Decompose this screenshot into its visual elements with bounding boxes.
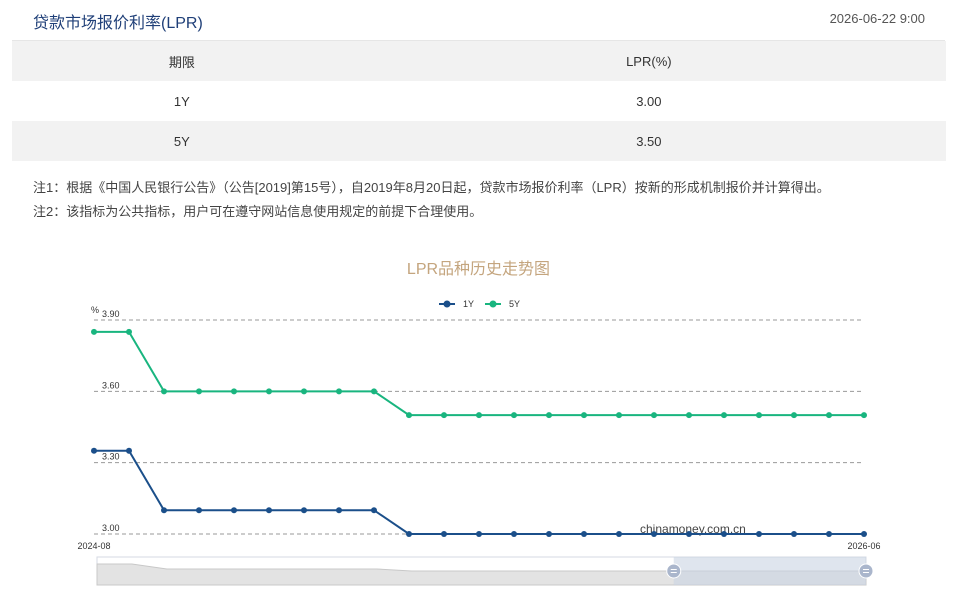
zoom-handle-right[interactable] <box>858 563 874 579</box>
data-point-5y[interactable] <box>406 412 412 419</box>
data-point-1y[interactable] <box>266 507 272 514</box>
legend-label-1y: 1Y <box>463 299 474 309</box>
data-point-5y[interactable] <box>721 412 727 419</box>
zoom-handle-left[interactable] <box>666 563 682 579</box>
data-point-1y[interactable] <box>651 531 657 537</box>
data-point-1y[interactable] <box>546 531 552 537</box>
legend-marker-5y <box>489 300 497 308</box>
data-point-5y[interactable] <box>756 412 762 419</box>
data-point-5y[interactable] <box>826 412 832 419</box>
data-point-1y[interactable] <box>861 531 867 537</box>
legend: 1Y 5Y <box>439 299 520 309</box>
data-point-5y[interactable] <box>371 388 377 395</box>
data-point-1y[interactable] <box>91 447 97 454</box>
y-tick-label: 3.30 <box>102 452 120 462</box>
data-point-1y[interactable] <box>721 531 727 537</box>
data-point-1y[interactable] <box>126 447 132 454</box>
data-point-1y[interactable] <box>476 531 482 537</box>
y-tick-label: 3.90 <box>102 309 120 319</box>
data-point-5y[interactable] <box>266 388 272 395</box>
data-point-5y[interactable] <box>616 412 622 419</box>
data-point-1y[interactable] <box>686 531 692 537</box>
series-line-5y <box>94 330 864 417</box>
data-point-5y[interactable] <box>126 328 132 335</box>
data-point-1y[interactable] <box>581 531 587 537</box>
data-point-1y[interactable] <box>441 531 447 537</box>
data-point-5y[interactable] <box>476 412 482 419</box>
legend-item-5y[interactable]: 5Y <box>485 299 520 309</box>
y-tick-label: 3.00 <box>102 523 120 533</box>
data-point-1y[interactable] <box>336 507 342 514</box>
zoom-handle-knob[interactable] <box>858 563 874 579</box>
data-point-5y[interactable] <box>336 388 342 395</box>
data-point-5y[interactable] <box>651 412 657 419</box>
data-point-1y[interactable] <box>371 507 377 514</box>
data-zoom-slider[interactable] <box>96 556 874 586</box>
data-point-5y[interactable] <box>301 388 307 395</box>
zoom-handle-knob[interactable] <box>666 563 682 579</box>
data-point-1y[interactable] <box>616 531 622 537</box>
zoom-window[interactable] <box>673 557 866 585</box>
x-tick-label-end: 2026-06 <box>847 541 880 551</box>
data-point-1y[interactable] <box>826 531 832 537</box>
series-line-1y <box>94 449 864 535</box>
data-point-5y[interactable] <box>441 412 447 419</box>
data-point-1y[interactable] <box>406 531 412 537</box>
data-point-5y[interactable] <box>581 412 587 419</box>
legend-label-5y: 5Y <box>509 299 520 309</box>
y-tick-label: 3.60 <box>102 380 120 390</box>
data-point-5y[interactable] <box>231 388 237 395</box>
data-point-5y[interactable] <box>546 412 552 419</box>
data-point-5y[interactable] <box>861 412 867 419</box>
data-point-1y[interactable] <box>791 531 797 537</box>
data-point-5y[interactable] <box>91 328 97 335</box>
x-tick-label-start: 2024-08 <box>77 541 110 551</box>
data-point-5y[interactable] <box>791 412 797 419</box>
data-point-5y[interactable] <box>161 388 167 395</box>
data-point-1y[interactable] <box>161 507 167 514</box>
data-point-5y[interactable] <box>511 412 517 419</box>
lpr-panel: 贷款市场报价利率(LPR) 2026-06-22 9:00 期限 LPR(%) … <box>0 0 957 606</box>
lpr-trend-chart: 3.003.303.603.90 % 2024-08 2026-06 china… <box>77 299 881 586</box>
legend-item-1y[interactable]: 1Y <box>439 299 474 309</box>
y-axis-unit: % <box>91 305 99 315</box>
legend-marker-1y <box>443 300 451 308</box>
data-point-1y[interactable] <box>511 531 517 537</box>
data-point-5y[interactable] <box>196 388 202 395</box>
data-point-1y[interactable] <box>231 507 237 514</box>
data-point-5y[interactable] <box>686 412 692 419</box>
data-point-1y[interactable] <box>756 531 762 537</box>
data-point-1y[interactable] <box>196 507 202 514</box>
data-point-1y[interactable] <box>301 507 307 514</box>
